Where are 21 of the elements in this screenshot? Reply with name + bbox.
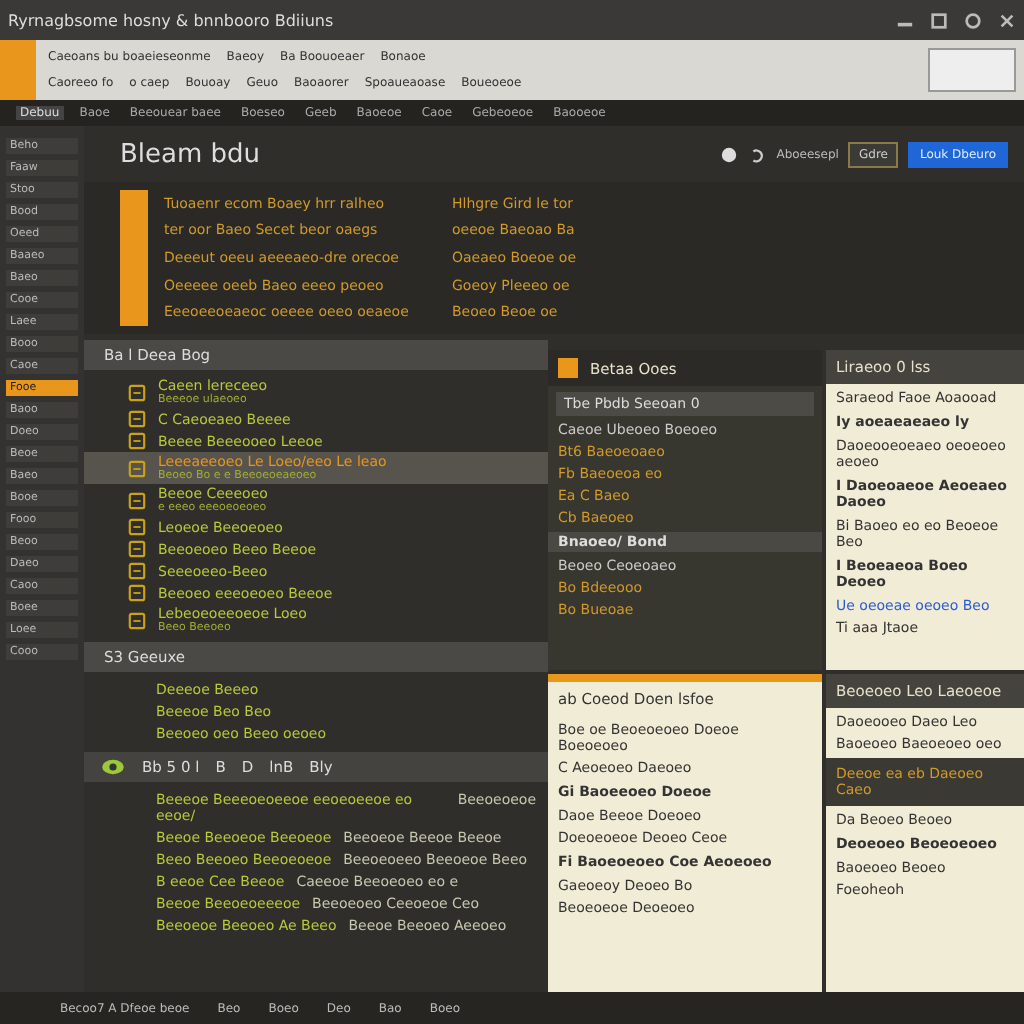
square-icon [128,410,146,428]
close-icon[interactable] [998,11,1016,29]
square-icon [128,432,146,450]
window-title: Ryrnagbsome hosny & bnnbooro Bdiiuns [8,11,334,29]
square-icon [558,358,578,378]
eye-icon[interactable] [100,758,126,776]
square-icon [128,491,146,509]
square-icon[interactable] [930,11,948,29]
square-icon [128,459,146,477]
square-icon [128,383,146,401]
square-icon [128,584,146,602]
undo-icon[interactable] [748,145,767,163]
search-field[interactable] [928,48,1016,92]
gutter-bar [120,190,148,326]
page-title: Bleam bdu [120,139,261,169]
square-icon [128,518,146,536]
circle-icon[interactable] [964,11,982,29]
square-icon [128,611,146,629]
record-icon[interactable] [720,145,739,163]
square-icon [128,562,146,580]
square-icon [128,540,146,558]
